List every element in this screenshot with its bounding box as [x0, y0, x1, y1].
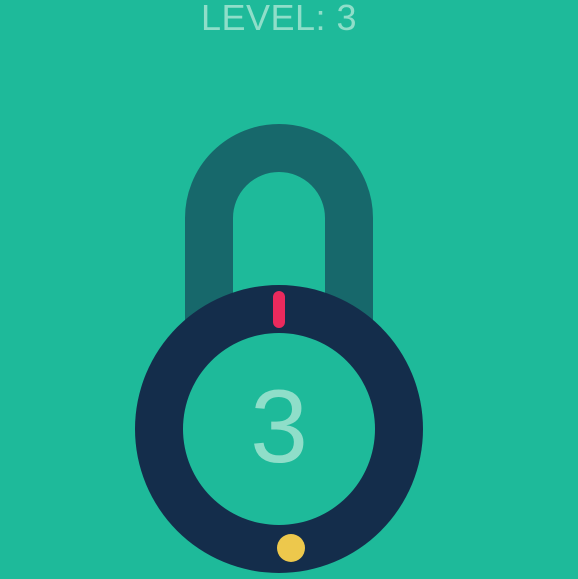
needle-icon — [273, 291, 285, 328]
padlock[interactable] — [0, 0, 578, 579]
game-screen[interactable]: LEVEL: 3 3 — [0, 0, 578, 579]
remaining-counter: 3 — [250, 369, 308, 485]
target-dot-icon — [277, 534, 305, 562]
